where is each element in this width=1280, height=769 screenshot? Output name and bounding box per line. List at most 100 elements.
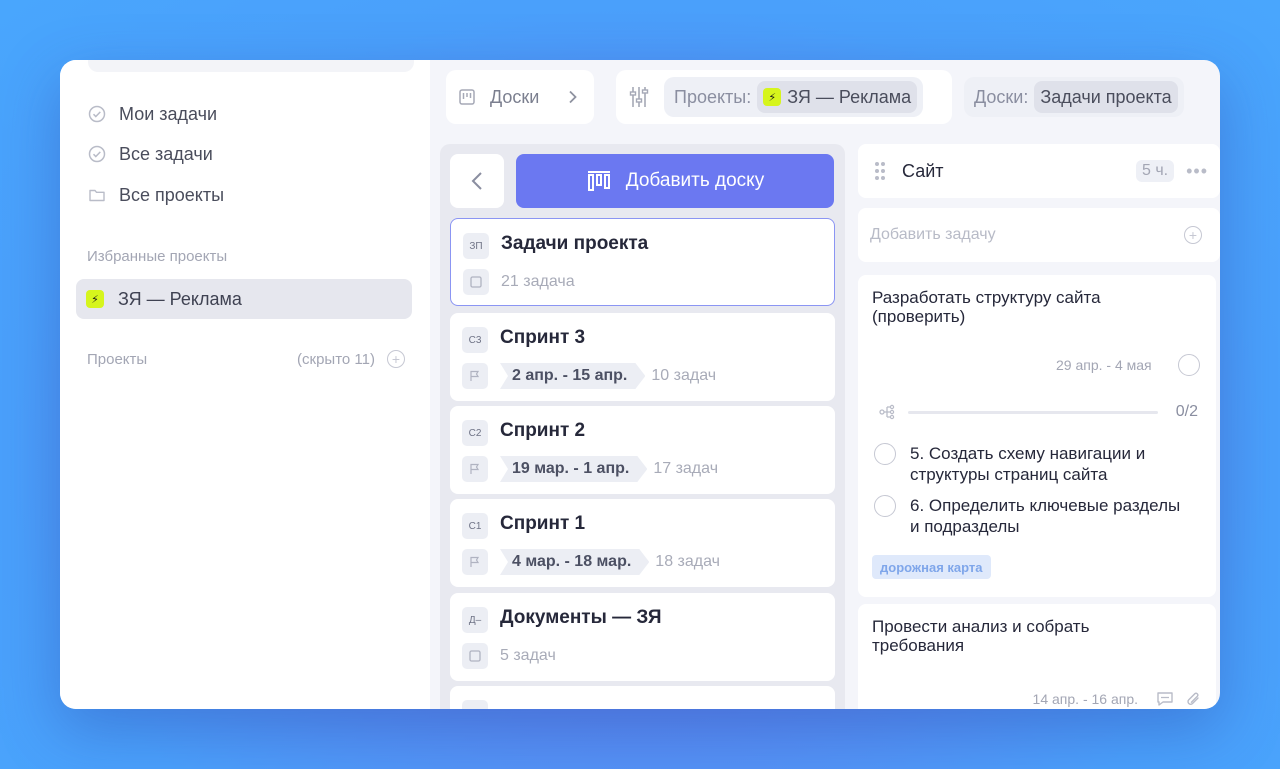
boards-filter-label: Доски: (974, 86, 1029, 107)
board-badge: Д– (462, 607, 488, 633)
board-meta: 19 мар. - 1 апр. 17 задач (462, 456, 718, 482)
add-board-label: Добавить доску (625, 170, 765, 191)
nav-label: Все задачи (119, 143, 213, 164)
subtasks-progress-bar (908, 410, 1158, 414)
comment-icon[interactable] (1156, 691, 1174, 707)
favorite-project-label: ЗЯ — Реклама (118, 288, 242, 309)
subtask-checkbox[interactable] (874, 495, 896, 517)
flag-icon (462, 363, 488, 389)
more-icon[interactable]: ••• (1186, 161, 1208, 182)
task-tag[interactable]: дорожная карта (872, 555, 991, 579)
board-badge: С3 (462, 327, 488, 353)
drag-handle-icon[interactable] (874, 161, 886, 181)
nav-all-projects[interactable]: Все проекты (88, 178, 224, 212)
projects-filter-label: Проекты: (674, 86, 752, 107)
board-task-count: 17 задач (653, 460, 719, 477)
task-title: Провести анализ и собрать требования (872, 617, 1090, 655)
board-title: Задачи проекта (501, 233, 649, 254)
project-logo-icon: ⚡ (763, 88, 782, 106)
board-meta: 2 апр. - 15 апр. 10 задач (462, 363, 716, 389)
chevron-left-icon (471, 172, 482, 190)
board-task-count: 18 задач (655, 553, 720, 570)
task-dates: 14 апр. - 16 апр. (1032, 691, 1138, 707)
add-task-placeholder: Добавить задачу (870, 226, 996, 243)
task-dates: 29 апр. - 4 мая (1056, 357, 1152, 373)
board-card[interactable]: С3 Спринт 3 2 апр. - 15 апр. 10 задач (450, 313, 835, 401)
filter-bar: Проекты: ⚡ ЗЯ — Реклама (616, 70, 952, 124)
board-badge (462, 700, 488, 709)
column-hours: 5 ч. (1135, 160, 1175, 182)
sidebar: Мои задачи Все задачи Все проекты Избран… (60, 60, 430, 709)
boards-filter-value-chip[interactable]: Задачи проекта (1034, 81, 1178, 113)
check-circle-icon (88, 145, 106, 163)
board-task-count: 10 задач (651, 367, 717, 384)
board-title: Спринт 3 (500, 327, 586, 348)
board-card[interactable]: С2 Спринт 2 19 мар. - 1 апр. 17 задач (450, 406, 835, 494)
projects-section-header: Проекты (скрыто 11) + (87, 350, 405, 368)
filter-sliders-icon[interactable] (628, 85, 650, 109)
square-icon (462, 643, 488, 669)
subtask-item[interactable]: 5. Создать схему навигации и структуры с… (874, 443, 1190, 486)
sprint-dates: 19 мар. - 1 апр. (500, 456, 647, 482)
square-icon (463, 269, 489, 295)
nav-all-tasks[interactable]: Все задачи (88, 137, 213, 171)
board-badge: ЗП (463, 233, 489, 259)
board-meta: 5 задач (462, 643, 556, 669)
board-card[interactable]: С1 Спринт 1 4 мар. - 18 мар. 18 задач (450, 499, 835, 587)
board-card[interactable]: Д– Документы — ЗЯ 5 задач (450, 593, 835, 681)
boards-breadcrumb-label: Доски (490, 86, 540, 107)
subtask-item[interactable]: 6. Определить ключевые разделы и подразд… (874, 495, 1190, 538)
projects-filter-value-chip[interactable]: ⚡ ЗЯ — Реклама (757, 81, 918, 113)
board-card[interactable] (450, 686, 835, 709)
boards-breadcrumb[interactable]: Доски (446, 70, 594, 124)
projects-filter-value: ЗЯ — Реклама (787, 86, 912, 107)
board-title: Спринт 2 (500, 420, 586, 441)
add-board-icon (586, 170, 612, 192)
boards-filter[interactable]: Доски: Задачи проекта (964, 77, 1184, 117)
add-project-icon[interactable]: + (387, 350, 405, 368)
task-complete-checkbox[interactable] (1178, 354, 1200, 376)
project-logo-icon: ⚡ (86, 290, 104, 308)
favorites-title: Избранные проекты (87, 248, 228, 265)
board-badge: С1 (462, 513, 488, 539)
sprint-dates: 4 мар. - 18 мар. (500, 549, 649, 575)
subtasks-progress-count: 0/2 (1175, 403, 1198, 420)
subtask-text: 6. Определить ключевые разделы и подразд… (910, 496, 1181, 537)
attachment-icon[interactable] (1186, 690, 1202, 708)
folder-icon (88, 186, 106, 204)
subtasks-progress: 0/2 (878, 402, 1198, 422)
board-meta: 21 задача (463, 269, 575, 295)
task-column: Сайт 5 ч. ••• Добавить задачу + Разработ… (858, 144, 1220, 709)
board-icon (458, 88, 476, 106)
add-task-icon[interactable]: + (1184, 226, 1202, 244)
chevron-right-icon (568, 90, 578, 104)
add-task-input[interactable]: Добавить задачу + (858, 208, 1220, 262)
nav-my-tasks[interactable]: Мои задачи (88, 97, 217, 131)
board-badge: С2 (462, 420, 488, 446)
task-card[interactable]: Провести анализ и собрать требования 14 … (858, 604, 1216, 709)
add-board-button[interactable]: Добавить доску (516, 154, 834, 208)
flag-icon (462, 456, 488, 482)
subtask-checkbox[interactable] (874, 443, 896, 465)
board-card[interactable]: ЗП Задачи проекта 21 задача (450, 218, 835, 306)
back-button[interactable] (450, 154, 504, 208)
projects-hidden-count[interactable]: (скрыто 11) (297, 351, 375, 368)
board-title: Спринт 1 (500, 513, 586, 534)
nav-label: Мои задачи (119, 103, 218, 124)
board-title: Документы — ЗЯ (500, 607, 662, 628)
task-title: Разработать структуру сайта (проверить) (872, 288, 1101, 326)
app-window: Мои задачи Все задачи Все проекты Избран… (60, 60, 1220, 709)
boards-list-panel: Добавить доску ЗП Задачи проекта 21 зада… (440, 144, 845, 709)
nav-label: Все проекты (119, 184, 225, 205)
flag-icon (462, 549, 488, 575)
board-task-count: 5 задач (500, 647, 556, 664)
task-card[interactable]: Разработать структуру сайта (проверить) … (858, 275, 1216, 597)
board-meta: 4 мар. - 18 мар. 18 задач (462, 549, 720, 575)
favorite-project-item[interactable]: ⚡ ЗЯ — Реклама (76, 279, 412, 319)
sprint-dates: 2 апр. - 15 апр. (500, 363, 645, 389)
boards-filter-value: Задачи проекта (1040, 86, 1172, 107)
column-header: Сайт 5 ч. ••• (858, 144, 1220, 198)
projects-filter[interactable]: Проекты: ⚡ ЗЯ — Реклама (664, 77, 924, 117)
column-title: Сайт (902, 160, 944, 181)
subtask-text: 5. Создать схему навигации и структуры с… (910, 444, 1146, 485)
